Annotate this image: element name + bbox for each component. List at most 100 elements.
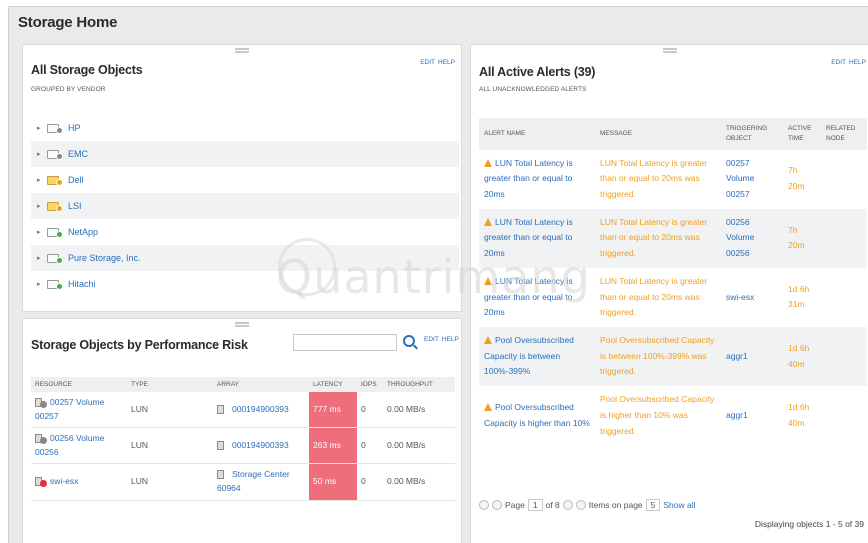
edit-help-links: EDIT HELP — [421, 336, 459, 343]
triggering-object-cell: aggr1 — [721, 386, 783, 445]
expand-arrow-icon[interactable]: ▸ — [37, 254, 47, 262]
help-link[interactable]: HELP — [849, 59, 866, 66]
iops-cell: 0 — [361, 476, 366, 487]
show-all-link[interactable]: Show all — [663, 500, 695, 510]
next-page-button[interactable] — [562, 500, 573, 510]
col-related-node[interactable]: Related node — [821, 118, 867, 150]
alert-name-link[interactable]: Pool Oversubscribed Capacity is between … — [484, 335, 574, 376]
tree-item-label[interactable]: Dell — [68, 175, 84, 185]
expand-arrow-icon[interactable]: ▸ — [37, 228, 47, 236]
warning-icon — [484, 335, 492, 344]
search-input[interactable] — [293, 334, 397, 351]
resource-cell: 00257 Volume 00257 — [31, 392, 127, 428]
col-active-time[interactable]: Active time — [783, 118, 821, 150]
alert-name-cell: LUN Total Latency is greater than or equ… — [479, 209, 595, 268]
expand-arrow-icon[interactable]: ▸ — [37, 150, 47, 158]
related-node-cell — [821, 150, 867, 209]
alerts-panel: All Active Alerts (39) All unacknowledge… — [470, 44, 868, 543]
items-per-page-input[interactable]: 5 — [645, 499, 661, 511]
alert-message-cell: LUN Total Latency is greater than or equ… — [600, 216, 708, 259]
type-cell: LUN — [131, 403, 149, 414]
array-link[interactable]: 000194900393 — [232, 440, 289, 450]
tree-item-label[interactable]: NetApp — [68, 227, 98, 237]
expand-arrow-icon[interactable]: ▸ — [37, 280, 47, 288]
help-link[interactable]: HELP — [442, 336, 459, 343]
col-array[interactable]: Array — [213, 377, 309, 392]
vendor-folder-icon — [47, 174, 65, 186]
expand-arrow-icon[interactable]: ▸ — [37, 176, 47, 184]
alert-name-link[interactable]: Pool Oversubscribed Capacity is higher t… — [484, 402, 590, 428]
page-label: Page — [505, 500, 525, 510]
tree-item-label[interactable]: LSI — [68, 201, 82, 211]
triggering-object-cell: 00256 Volume 00256 — [721, 209, 783, 268]
active-time-cell: 1d 6h 40m — [788, 342, 810, 369]
array-cell: 000194900393 — [213, 428, 309, 464]
prev-page-button[interactable] — [492, 500, 502, 510]
page-number-input[interactable]: 1 — [527, 499, 543, 511]
col-iops[interactable]: IOPS — [357, 377, 383, 392]
alert-name-cell: LUN Total Latency is greater than or equ… — [479, 150, 595, 209]
active-time-cell: 7h 20m — [788, 224, 805, 251]
tree-item-label[interactable]: HP — [68, 123, 81, 133]
col-alert-name[interactable]: Alert name — [479, 118, 595, 150]
col-resource[interactable]: Resource — [31, 377, 127, 392]
tree-item[interactable]: ▸ Dell — [31, 167, 459, 193]
col-throughput[interactable]: Throughput — [383, 377, 455, 392]
edit-link[interactable]: EDIT — [831, 59, 846, 66]
vendor-folder-icon — [47, 122, 65, 134]
triggering-object-link[interactable]: swi-esx — [726, 292, 754, 302]
alert-name-link[interactable]: LUN Total Latency is greater than or equ… — [484, 276, 573, 317]
first-page-button[interactable] — [479, 500, 489, 510]
alert-row: LUN Total Latency is greater than or equ… — [479, 150, 867, 209]
triggering-object-link[interactable]: aggr1 — [726, 410, 748, 420]
expand-arrow-icon[interactable]: ▸ — [37, 202, 47, 210]
resource-link[interactable]: swi-esx — [50, 476, 78, 486]
tree-item-label[interactable]: Hitachi — [68, 279, 96, 289]
expand-arrow-icon[interactable]: ▸ — [37, 124, 47, 132]
perf-risk-table: Resource Type Array Latency IOPS Through… — [31, 377, 455, 501]
array-link[interactable]: 000194900393 — [232, 404, 289, 414]
drag-handle[interactable] — [662, 48, 677, 53]
resource-cell: 00256 Volume 00256 — [31, 428, 127, 464]
table-header-row: Alert name Message Triggering object Act… — [479, 118, 867, 150]
edit-link[interactable]: EDIT — [424, 336, 439, 343]
triggering-object-link[interactable]: 00256 Volume 00256 — [726, 217, 754, 258]
tree-item[interactable]: ▸ Pure Storage, Inc. — [31, 245, 459, 271]
alert-row: Pool Oversubscribed Capacity is between … — [479, 326, 867, 387]
tree-item[interactable]: ▸ HP — [31, 115, 459, 141]
tree-item[interactable]: ▸ EMC — [31, 141, 459, 167]
status-dot-icon — [40, 436, 47, 444]
panel-title: All Storage Objects — [31, 63, 143, 77]
drag-handle[interactable] — [235, 48, 249, 53]
edit-link[interactable]: EDIT — [420, 59, 435, 66]
iops-cell: 0 — [361, 439, 366, 450]
status-dot-icon — [56, 153, 63, 160]
drag-handle[interactable] — [235, 322, 249, 327]
tree-item[interactable]: ▸ NetApp — [31, 219, 459, 245]
last-page-button[interactable] — [575, 500, 586, 510]
alert-message-cell: Pool Oversubscribed Capacity is higher t… — [600, 394, 715, 436]
alert-row: Pool Oversubscribed Capacity is higher t… — [479, 386, 867, 445]
col-message[interactable]: Message — [595, 118, 721, 150]
alert-name-link[interactable]: LUN Total Latency is greater than or equ… — [484, 158, 573, 199]
active-time-cell: 7h 20m — [788, 165, 805, 192]
help-link[interactable]: HELP — [438, 59, 455, 66]
status-dot-icon — [56, 283, 63, 290]
col-type[interactable]: Type — [127, 377, 213, 392]
triggering-object-link[interactable]: aggr1 — [726, 351, 748, 361]
tree-item[interactable]: ▸ LSI — [31, 193, 459, 219]
tree-item-label[interactable]: Pure Storage, Inc. — [68, 253, 141, 263]
panel-title: All Active Alerts (39) — [479, 65, 596, 79]
col-latency[interactable]: Latency — [309, 377, 357, 392]
alert-name-link[interactable]: LUN Total Latency is greater than or equ… — [484, 217, 573, 258]
perf-risk-panel: Storage Objects by Performance Risk EDIT… — [22, 318, 462, 543]
alert-row: LUN Total Latency is greater than or equ… — [479, 268, 867, 327]
status-dot-icon — [56, 179, 63, 186]
array-icon-body — [217, 440, 224, 450]
alert-message-cell: LUN Total Latency is greater than or equ… — [600, 157, 708, 199]
tree-item-label[interactable]: EMC — [68, 149, 88, 159]
tree-item[interactable]: ▸ Hitachi — [31, 271, 459, 297]
search-icon[interactable] — [403, 335, 415, 347]
col-triggering-object[interactable]: Triggering object — [721, 118, 783, 150]
triggering-object-link[interactable]: 00257 Volume 00257 — [726, 158, 754, 199]
